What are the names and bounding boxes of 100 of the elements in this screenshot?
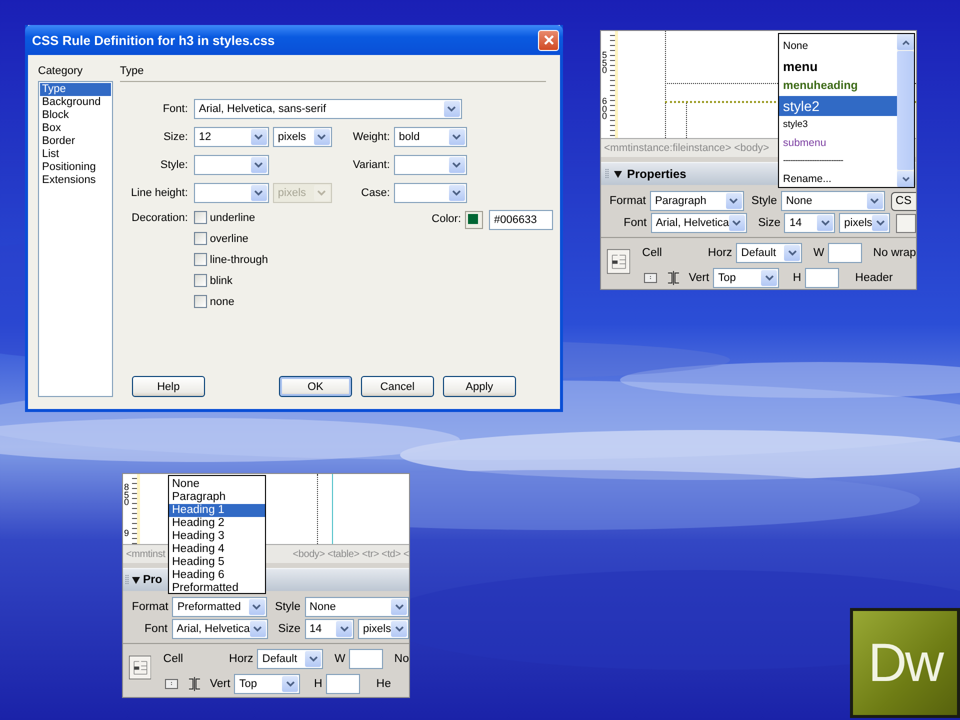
merge-cells-icon[interactable]: [644, 273, 658, 283]
chevron-icon: [729, 198, 738, 204]
dropdown[interactable]: bold: [394, 127, 467, 147]
split-cell-icon[interactable]: [188, 677, 202, 691]
chevron-icon: [876, 220, 885, 226]
merge-cells-icon[interactable]: [165, 679, 178, 689]
list-option[interactable]: None: [169, 478, 265, 491]
dropdown[interactable]: [194, 155, 269, 175]
dropdown[interactable]: Arial, Helvetica: [172, 619, 268, 639]
collapse-triangle-icon[interactable]: [614, 170, 622, 178]
list-option[interactable]: style2: [779, 96, 897, 116]
chevron-icon: [253, 626, 262, 632]
dropdown[interactable]: [194, 183, 269, 203]
checkbox[interactable]: [194, 253, 207, 266]
width-field[interactable]: [349, 649, 384, 669]
chevron-icon: [447, 106, 456, 112]
dropdown[interactable]: Paragraph: [650, 191, 744, 211]
category-item[interactable]: List: [40, 148, 111, 161]
list-option[interactable]: Paragraph: [169, 491, 265, 504]
dropdown[interactable]: [394, 155, 467, 175]
category-item[interactable]: Extensions: [40, 174, 111, 187]
chevron-icon: [732, 220, 742, 226]
color-picker-button[interactable]: [896, 214, 916, 232]
category-item[interactable]: Type: [40, 83, 111, 96]
chevron-icon: [788, 250, 797, 256]
field-label: Font: [144, 623, 168, 635]
split-cell-icon[interactable]: [667, 271, 680, 285]
dropdown[interactable]: Top: [713, 268, 780, 288]
list-option[interactable]: Heading 2: [169, 517, 265, 530]
dialog-button[interactable]: Cancel: [360, 376, 434, 397]
dropdown[interactable]: Arial, Helvetica, sans-serif: [194, 99, 462, 119]
collapse-triangle-icon[interactable]: [132, 576, 140, 584]
dropdown[interactable]: pixels: [839, 213, 890, 233]
category-item[interactable]: Positioning: [40, 161, 111, 174]
dropdown[interactable]: Default: [736, 243, 802, 263]
app-logo: Dw: [850, 608, 960, 718]
dialog-button[interactable]: Help: [132, 376, 205, 397]
list-option[interactable]: Heading 3: [169, 530, 265, 543]
chevron-icon: [317, 190, 326, 196]
chevron-icon: [254, 162, 264, 168]
window-title: CSS Rule Definition for h3 in styles.css: [32, 32, 276, 48]
category-item[interactable]: Block: [40, 109, 111, 122]
field-label: Size: [277, 623, 301, 635]
field-label: Style: [274, 601, 301, 613]
checkbox[interactable]: [194, 274, 207, 287]
field-label: Weight:: [352, 131, 390, 143]
list-option[interactable]: Preformatted: [169, 582, 265, 595]
dropdown[interactable]: None: [304, 597, 409, 617]
dropdown[interactable]: [394, 183, 467, 203]
dropdown[interactable]: Preformatted: [172, 597, 267, 617]
field-label: Style:: [159, 159, 189, 171]
list-option[interactable]: Heading 6: [169, 569, 265, 582]
category-item[interactable]: Box: [40, 122, 111, 135]
field-label: Header: [855, 272, 893, 284]
dropdown[interactable]: Top: [234, 674, 300, 694]
list-option[interactable]: style3: [779, 116, 897, 134]
list-option[interactable]: submenu: [779, 134, 897, 152]
dropdown[interactable]: 14: [304, 619, 354, 639]
checkbox[interactable]: [194, 211, 207, 224]
ruler-label: 600: [602, 98, 607, 121]
list-option[interactable]: Heading 4: [169, 543, 265, 556]
panel-title: Properties: [627, 167, 686, 181]
dropdown[interactable]: None: [780, 191, 885, 211]
close-button[interactable]: [538, 30, 559, 50]
field-label: Line height:: [130, 187, 189, 199]
height-field[interactable]: [805, 268, 840, 288]
chevron-icon: [308, 656, 318, 662]
list-option[interactable]: menuheading: [779, 76, 897, 96]
category-item[interactable]: Background: [40, 96, 111, 109]
list-option[interactable]: Heading 5: [169, 556, 265, 569]
list-option[interactable]: menu: [779, 57, 897, 76]
field-label: Format: [130, 601, 168, 613]
checkbox[interactable]: [194, 232, 207, 245]
dropdown[interactable]: pixels: [272, 127, 332, 147]
list-option[interactable]: -------------------------: [779, 152, 897, 169]
color-field[interactable]: #006633: [489, 210, 553, 230]
scrollbar[interactable]: [897, 34, 914, 187]
color-swatch[interactable]: [465, 211, 483, 229]
grip-icon[interactable]: [605, 168, 609, 180]
css-button[interactable]: CS: [890, 192, 916, 210]
dialog-button[interactable]: OK: [278, 376, 352, 397]
dropdown[interactable]: 14: [784, 213, 836, 233]
list-option[interactable]: None: [779, 36, 897, 57]
checkbox[interactable]: [194, 295, 207, 308]
dialog-button[interactable]: Apply: [442, 376, 516, 397]
dropdown[interactable]: Default: [257, 649, 324, 669]
field-label: Font: [622, 217, 647, 229]
field-label: Color:: [430, 212, 461, 225]
chevron-icon: [764, 275, 774, 281]
list-option[interactable]: Heading 1: [169, 504, 265, 517]
list-option[interactable]: Rename...: [779, 169, 897, 190]
category-item[interactable]: Border: [40, 135, 111, 148]
ruler-label: 9: [124, 530, 129, 538]
width-field[interactable]: [828, 243, 862, 263]
height-field[interactable]: [326, 674, 360, 694]
dropdown[interactable]: pixels: [358, 619, 409, 639]
field-label: Format: [608, 195, 646, 207]
grip-icon[interactable]: [125, 574, 129, 586]
dropdown[interactable]: Arial, Helvetica: [650, 213, 747, 233]
dropdown[interactable]: 12: [194, 127, 269, 147]
